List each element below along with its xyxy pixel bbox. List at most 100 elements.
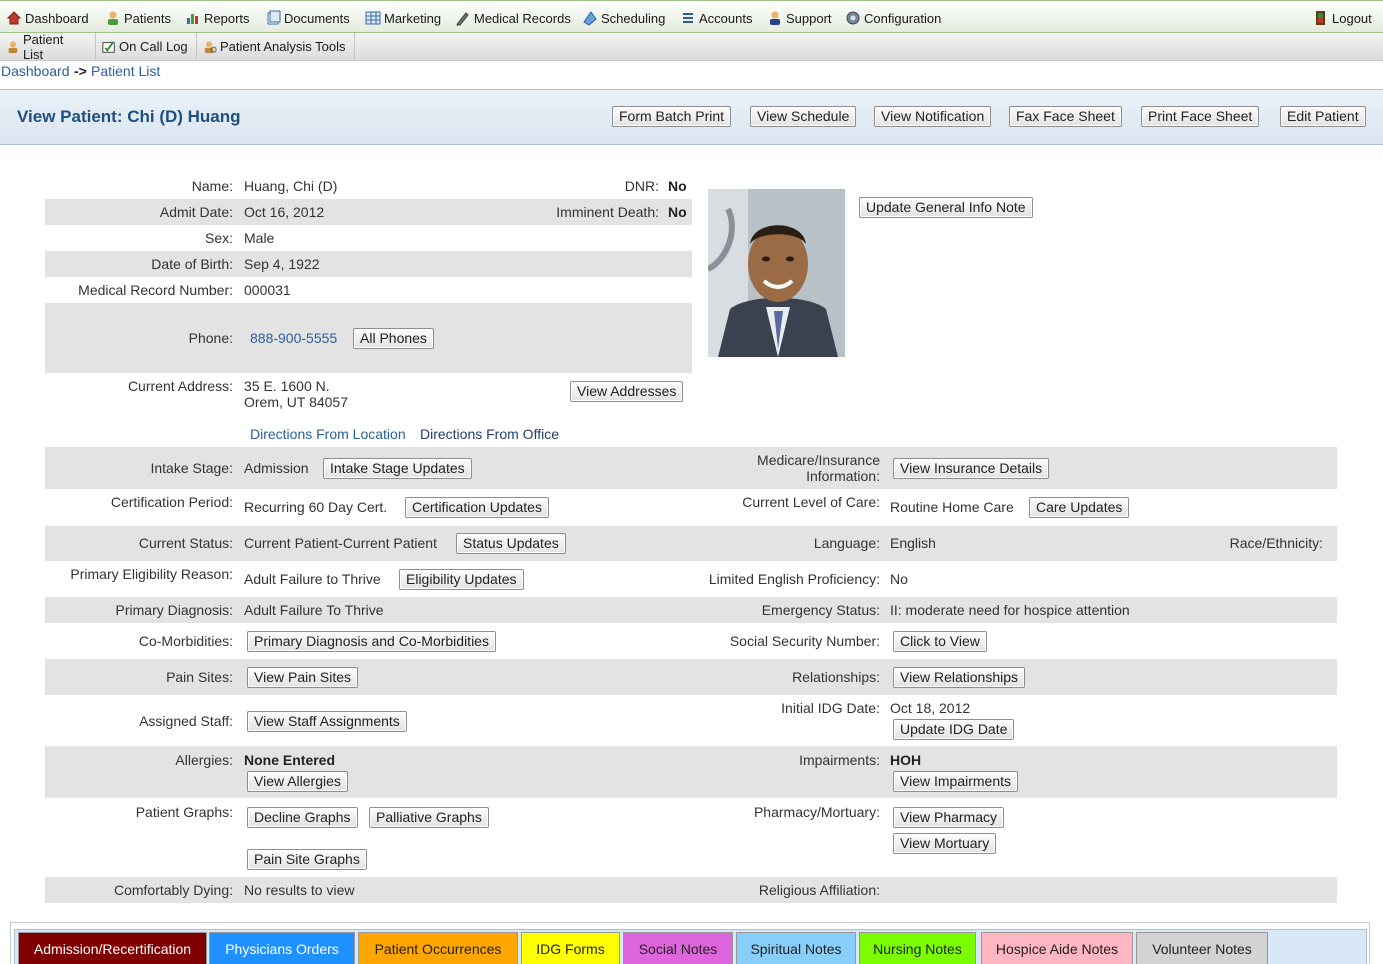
fax-face-sheet-button[interactable]: Fax Face Sheet (1009, 106, 1122, 127)
care-updates-button[interactable]: Care Updates (1029, 497, 1130, 518)
tab-idg-forms[interactable]: IDG Forms (521, 932, 620, 964)
nav-documents[interactable]: Documents (265, 8, 350, 28)
subnav-patient-analysis-tools[interactable]: Patient Analysis Tools (197, 33, 355, 60)
breadcrumb-dashboard[interactable]: Dashboard (1, 63, 70, 79)
tab-spiritual-notes[interactable]: Spiritual Notes (736, 932, 856, 964)
initial-idg-date-value: Oct 18, 2012 (890, 700, 971, 716)
sex-value: Male (244, 230, 275, 246)
documents-icon (267, 10, 281, 25)
view-pain-sites-button[interactable]: View Pain Sites (247, 667, 359, 688)
subnav-on-call-log-label: On Call Log (119, 39, 188, 54)
nav-dashboard[interactable]: Dashboard (6, 8, 89, 28)
pain-site-graphs-button[interactable]: Pain Site Graphs (247, 849, 367, 870)
nav-reports-label: Reports (204, 10, 250, 26)
nav-documents-label: Documents (284, 10, 350, 26)
subnav-patient-list-label: Patient List (22, 31, 64, 62)
certification-updates-button[interactable]: Certification Updates (405, 497, 549, 518)
co-morbidities-label: Co-Morbidities: (138, 633, 233, 649)
decline-graphs-button[interactable]: Decline Graphs (247, 807, 358, 828)
bar-chart-icon (187, 14, 198, 24)
home-icon (6, 11, 22, 25)
intake-stage-updates-button[interactable]: Intake Stage Updates (323, 458, 472, 479)
current-status-label: Current Status: (138, 535, 233, 551)
subnav-on-call-log[interactable]: On Call Log (96, 33, 197, 60)
initial-idg-date-label: Initial IDG Date: (781, 700, 880, 716)
view-schedule-button[interactable]: View Schedule (750, 106, 857, 127)
nav-reports[interactable]: Reports (185, 8, 250, 28)
page-title: View Patient: Chi (D) Huang (17, 107, 241, 126)
primary-diagnosis-label: Primary Diagnosis: (115, 602, 233, 618)
nav-medical-records[interactable]: Medical Records (455, 8, 571, 28)
view-notification-button[interactable]: View Notification (874, 106, 992, 127)
user-icon (108, 11, 118, 25)
ssn-label: Social Security Number: (729, 633, 880, 649)
logout-label: Logout (1332, 10, 1372, 26)
view-staff-assignments-button[interactable]: View Staff Assignments (247, 711, 407, 732)
tab-social-notes[interactable]: Social Notes (623, 932, 733, 964)
patient-name: Huang, Chi (D) (244, 178, 338, 194)
update-idg-date-button[interactable]: Update IDG Date (893, 719, 1015, 740)
directions-from-office-link[interactable]: Directions From Office (420, 426, 559, 442)
imminent-death-label: Imminent Death: (556, 204, 659, 220)
update-general-info-note-button[interactable]: Update General Info Note (859, 197, 1033, 218)
patient-graphs-label: Patient Graphs: (135, 804, 233, 820)
phone-link[interactable]: 888-900-5555 (250, 330, 337, 346)
nav-support[interactable]: Support (767, 8, 832, 28)
palliative-graphs-button[interactable]: Palliative Graphs (369, 807, 489, 828)
relationships-label: Relationships: (792, 669, 880, 685)
limited-english-value: No (890, 571, 908, 587)
comfortably-dying-label: Comfortably Dying: (113, 882, 233, 898)
nav-scheduling[interactable]: Scheduling (582, 8, 665, 28)
tab-volunteer-notes[interactable]: Volunteer Notes (1136, 932, 1268, 964)
nav-accounts[interactable]: Accounts (680, 8, 752, 28)
eligibility-updates-button[interactable]: Eligibility Updates (399, 569, 524, 590)
view-allergies-button[interactable]: View Allergies (247, 771, 348, 792)
status-updates-button[interactable]: Status Updates (456, 533, 566, 554)
sex-label: Sex: (204, 230, 233, 246)
view-insurance-details-button[interactable]: View Insurance Details (893, 458, 1050, 479)
form-batch-print-button[interactable]: Form Batch Print (612, 106, 732, 127)
co-morbidities-button[interactable]: Primary Diagnosis and Co-Morbidities (247, 631, 496, 652)
subnav-patient-analysis-tools-label: Patient Analysis Tools (220, 39, 346, 54)
level-of-care-label: Current Level of Care: (742, 494, 880, 510)
nav-patients[interactable]: Patients (105, 8, 171, 28)
edit-patient-button[interactable]: Edit Patient (1280, 106, 1366, 127)
intake-stage-label: Intake Stage: (150, 460, 233, 476)
impairments-label: Impairments: (799, 752, 880, 768)
nav-marketing-label: Marketing (384, 10, 442, 26)
nav-marketing[interactable]: Marketing (365, 8, 441, 28)
view-mortuary-button[interactable]: View Mortuary (893, 833, 997, 854)
view-pharmacy-button[interactable]: View Pharmacy (893, 807, 1005, 828)
ssn-click-to-view-button[interactable]: Click to View (893, 631, 987, 652)
tab-physicians-orders[interactable]: Physicians Orders (209, 932, 355, 964)
all-phones-button[interactable]: All Phones (353, 328, 434, 349)
directions-from-location-link[interactable]: Directions From Location (250, 426, 406, 442)
print-face-sheet-button[interactable]: Print Face Sheet (1141, 106, 1260, 127)
tab-nursing-notes[interactable]: Nursing Notes (859, 932, 976, 964)
emergency-status-value: II: moderate need for hospice attention (890, 602, 1130, 618)
impairments-value: HOH (890, 752, 922, 768)
tab-admission-recertification[interactable]: Admission/Recertification (18, 932, 207, 964)
certification-period-label: Certification Period: (110, 494, 233, 510)
admit-date-label: Admit Date: (159, 204, 233, 220)
breadcrumb-patient-list[interactable]: Patient List (91, 63, 160, 79)
tab-hospice-aide-notes[interactable]: Hospice Aide Notes (981, 932, 1133, 964)
dnr-label: DNR: (624, 178, 659, 194)
nav-accounts-label: Accounts (699, 10, 753, 26)
gear-icon (846, 11, 860, 25)
schedule-icon (583, 11, 597, 26)
view-impairments-button[interactable]: View Impairments (893, 771, 1019, 792)
support-person-icon (770, 11, 780, 25)
nav-configuration[interactable]: Configuration (845, 8, 941, 28)
pharmacy-mortuary-label: Pharmacy/Mortuary: (753, 804, 880, 820)
language-label: Language: (813, 535, 880, 551)
view-relationships-button[interactable]: View Relationships (893, 667, 1026, 688)
tab-patient-occurrences[interactable]: Patient Occurrences (358, 932, 518, 964)
subnav-patient-list[interactable]: Patient List (0, 31, 96, 62)
detail-band (45, 746, 1337, 798)
emergency-status-label: Emergency Status: (761, 602, 880, 618)
detail-band (45, 526, 1337, 561)
view-addresses-button[interactable]: View Addresses (570, 381, 684, 402)
comfortably-dying-value: No results to view (244, 882, 355, 898)
logout-link[interactable]: Logout (1313, 8, 1372, 28)
